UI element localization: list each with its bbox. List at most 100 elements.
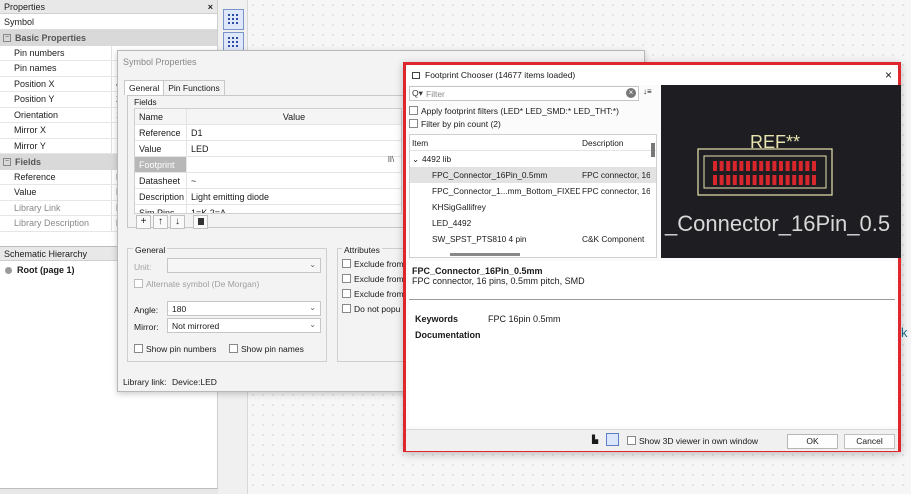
cancel-button[interactable]: Cancel — [844, 434, 895, 449]
footprint-list-item[interactable]: LED_4492 — [410, 215, 656, 231]
apply-footprint-filters-checkbox[interactable] — [409, 106, 418, 115]
field-name: Value — [135, 141, 187, 156]
clear-filter-icon[interactable]: × — [626, 88, 636, 98]
mirror-value: Not mirrored — [172, 321, 220, 331]
angle-label: Angle: — [134, 305, 159, 315]
detail-description: FPC connector, 16 pins, 0.5mm pitch, SMD — [412, 276, 585, 286]
field-value[interactable]: ~ — [187, 176, 196, 186]
filter-input[interactable]: Q▾ Filter × — [409, 86, 639, 101]
alternate-symbol-checkbox[interactable] — [134, 279, 143, 288]
field-name: Reference — [135, 125, 187, 140]
category-basic-properties[interactable]: − Basic Properties — [0, 30, 217, 46]
show-3d-viewer-label: Show 3D viewer in own window — [639, 436, 759, 446]
footprint-list-item[interactable]: SW_SPST_PTS810 4 pin C&K Component — [410, 231, 656, 247]
list-hscrollbar[interactable] — [450, 253, 520, 256]
general-label: General — [133, 245, 168, 255]
column-name: Name — [135, 109, 187, 124]
field-row[interactable]: Datasheet ~ — [135, 173, 401, 189]
field-value[interactable]: 1=K 2=A — [187, 208, 226, 214]
footprint-list-header: Item Description — [410, 135, 656, 151]
footprint-pad — [732, 161, 737, 171]
fields-label: Fields — [134, 97, 157, 107]
unit-select[interactable]: ⌄ — [167, 258, 321, 273]
properties-header: Properties × — [0, 0, 217, 14]
footprint-list-item[interactable]: FPC_Connector_1...mm_Bottom_FIXED FPC con… — [410, 183, 656, 199]
select-grid-icon[interactable] — [223, 9, 244, 30]
unit-label: Unit: — [134, 262, 152, 272]
field-value[interactable]: D1 — [187, 128, 203, 138]
chevron-down-icon: ⌄ — [309, 260, 316, 269]
attribute-checkbox[interactable] — [342, 304, 351, 313]
filter-pin-count-checkbox[interactable] — [409, 119, 418, 128]
field-value[interactable]: LED — [187, 144, 209, 154]
library-link-value: Device:LED — [172, 377, 217, 387]
fields-table: Name Value Reference D1 Value LED Footprint D… — [134, 108, 402, 214]
angle-select[interactable]: 180 ⌄ — [167, 301, 321, 316]
property-label: Pin names — [0, 61, 112, 76]
footprint-list-item[interactable]: KHSigGallifrey — [410, 199, 656, 215]
properties-close-button[interactable]: × — [208, 2, 213, 12]
fields-group: Fields Name Value Reference D1 Value LED Foo… — [127, 95, 407, 229]
attribute-checkbox[interactable] — [342, 274, 351, 283]
property-label: Position Y — [0, 92, 112, 107]
attribute-checkbox[interactable] — [342, 289, 351, 298]
field-label: Library Link — [0, 200, 112, 215]
list-scrollbar[interactable] — [651, 143, 655, 157]
field-label: Value — [0, 185, 112, 200]
field-value[interactable]: Light emitting diode — [187, 192, 269, 202]
field-row[interactable]: Footprint — [135, 157, 401, 173]
filter-pin-count-label: Filter by pin count (2) — [421, 119, 501, 129]
collapse-icon[interactable]: − — [3, 33, 11, 42]
field-row[interactable]: Description Light emitting diode — [135, 189, 401, 205]
tab-general[interactable]: General — [124, 80, 165, 95]
library-group[interactable]: ⌄ 4492 lib — [410, 151, 656, 167]
field-row[interactable]: Sim.Pins 1=K 2=A — [135, 205, 401, 214]
sheet-icon — [5, 266, 12, 274]
footprint-pad — [772, 175, 777, 185]
delete-field-button[interactable] — [193, 215, 208, 229]
divider — [409, 299, 895, 300]
field-row[interactable]: Value LED — [135, 141, 401, 157]
bottom-panel-tab[interactable] — [0, 488, 218, 494]
footprint-pad — [713, 175, 717, 185]
collapse-icon[interactable]: − — [3, 157, 11, 166]
footprint-pad — [785, 175, 790, 185]
property-label: Mirror X — [0, 123, 112, 138]
ok-button[interactable]: OK — [787, 434, 838, 449]
move-up-button[interactable]: ↑ — [153, 215, 168, 229]
properties-title: Properties — [4, 2, 46, 12]
footprint-pad — [719, 161, 724, 171]
attribute-checkbox[interactable] — [342, 259, 351, 268]
keywords-value: FPC 16pin 0.5mm — [488, 314, 561, 324]
move-down-button[interactable]: ↓ — [170, 215, 185, 229]
footprint-view-icon[interactable] — [606, 433, 619, 446]
footprint-list: Item Description ⌄ 4492 lib FPC_Connecto… — [409, 134, 657, 258]
footprint-pad — [792, 161, 797, 171]
3d-view-icon[interactable]: ▙ — [592, 435, 602, 445]
footprint-list-item[interactable]: FPC_Connector_16Pin_0.5mm FPC connector, … — [410, 167, 656, 183]
footprint-preview[interactable]: REF** _Connector_16Pin_0.5 — [661, 85, 901, 258]
add-field-button[interactable]: + — [136, 215, 151, 229]
footprint-pad — [812, 175, 816, 185]
footprint-description: C&K Component — [582, 234, 645, 244]
detail-name: FPC_Connector_16Pin_0.5mm — [412, 266, 543, 276]
footprint-pad — [805, 161, 810, 171]
footprint-chooser-titlebar: Footprint Chooser (14677 items loaded) × — [406, 65, 898, 85]
show-pin-names-checkbox[interactable] — [229, 344, 238, 353]
app-icon — [412, 71, 420, 79]
footprint-pad — [792, 175, 797, 185]
footprint-description: FPC connector, 16 — [582, 170, 650, 180]
footprint-pad — [726, 161, 731, 171]
show-3d-viewer-checkbox[interactable] — [627, 436, 636, 445]
sort-icon[interactable]: ↓≡ — [643, 87, 655, 100]
close-button[interactable]: × — [885, 68, 892, 82]
library-link-label: Library link: — [123, 377, 167, 387]
column-value: Value — [282, 111, 306, 122]
footprint-preview-graphic: REF** _Connector_16Pin_0.5 — [664, 132, 890, 236]
footprint-pad — [713, 161, 717, 171]
field-row[interactable]: Reference D1 — [135, 125, 401, 141]
footprint-pad — [798, 161, 803, 171]
tab-pin-functions[interactable]: Pin Functions — [163, 80, 225, 95]
mirror-select[interactable]: Not mirrored ⌄ — [167, 318, 321, 333]
show-pin-numbers-checkbox[interactable] — [134, 344, 143, 353]
